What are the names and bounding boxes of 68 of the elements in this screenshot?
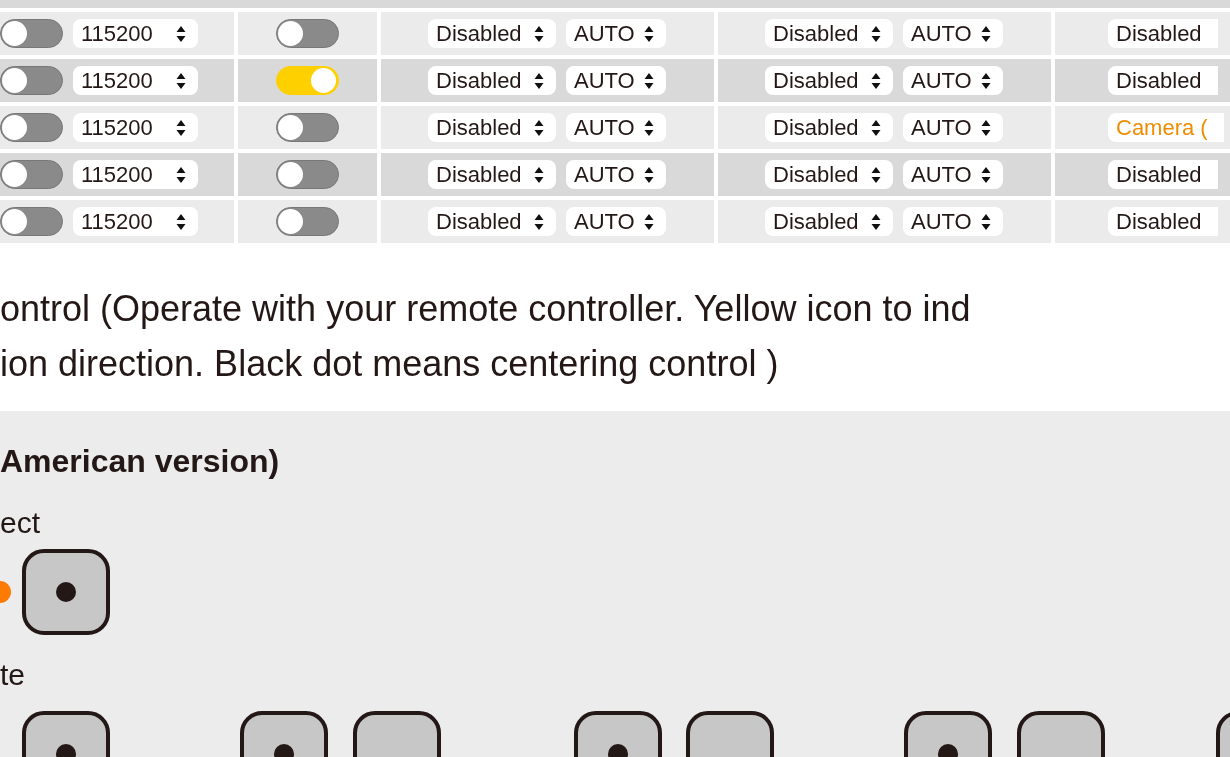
instruction-text: ion direction. Black dot means centering control ) [0,342,780,386]
control-label: ect [0,505,41,541]
speed-select[interactable]: AUTO [903,19,1003,48]
peripheral-select[interactable]: Disabled [1108,207,1218,236]
up-down-arrows-icon [176,71,186,90]
speed-select[interactable]: AUTO [903,66,1003,95]
mode-select[interactable]: Disabled [765,19,893,48]
control-label: te [0,657,26,693]
peripheral-select[interactable]: Disabled [1108,160,1218,189]
baud-rate-select[interactable]: 115200 [73,160,198,189]
toggle-switch[interactable] [276,160,339,189]
mode-select[interactable]: Disabled [428,160,556,189]
speed-select[interactable]: AUTO [566,19,666,48]
toggle-switch[interactable] [276,19,339,48]
mode-select[interactable]: Disabled [765,160,893,189]
up-down-arrows-icon [644,118,654,137]
up-down-arrows-icon [981,165,991,184]
mode-select[interactable]: Disabled [765,113,893,142]
speed-select[interactable]: AUTO [566,160,666,189]
speed-select[interactable]: AUTO [903,160,1003,189]
up-down-arrows-icon [871,212,881,231]
peripheral-select[interactable]: Disabled [1108,19,1218,48]
up-down-arrows-icon [534,24,544,43]
up-down-arrows-icon [534,71,544,90]
baud-rate-select[interactable]: 115200 [73,66,198,95]
up-down-arrows-icon [176,165,186,184]
up-down-arrows-icon [981,71,991,90]
up-down-arrows-icon [871,165,881,184]
up-down-arrows-icon [176,118,186,137]
up-down-arrows-icon [644,71,654,90]
toggle-switch[interactable] [276,207,339,236]
peripheral-select[interactable]: Disabled [1108,66,1218,95]
up-down-arrows-icon [644,212,654,231]
section-heading: American version) [0,442,281,481]
baud-rate-select[interactable]: 115200 [73,207,198,236]
up-down-arrows-icon [644,165,654,184]
mode-select[interactable]: Disabled [428,66,556,95]
mode-select[interactable]: Disabled [428,207,556,236]
mode-select[interactable]: Disabled [428,113,556,142]
up-down-arrows-icon [981,118,991,137]
toggle-switch[interactable] [0,160,63,189]
baud-rate-select[interactable]: 115200 [73,113,198,142]
speed-select[interactable]: AUTO [566,66,666,95]
up-down-arrows-icon [871,71,881,90]
up-down-arrows-icon [534,212,544,231]
up-down-arrows-icon [644,24,654,43]
mode-select[interactable]: Disabled [765,207,893,236]
up-down-arrows-icon [534,165,544,184]
instruction-text: ontrol (Operate with your remote controller. Yellow icon to ind [0,287,972,331]
up-down-arrows-icon [981,24,991,43]
up-down-arrows-icon [871,24,881,43]
up-down-arrows-icon [176,24,186,43]
speed-select[interactable]: AUTO [903,113,1003,142]
up-down-arrows-icon [176,212,186,231]
up-down-arrows-icon [981,212,991,231]
baud-rate-select[interactable]: 115200 [73,19,198,48]
speed-select[interactable]: AUTO [566,207,666,236]
toggle-switch[interactable] [276,113,339,142]
toggle-switch[interactable] [0,113,63,142]
mode-select[interactable]: Disabled [428,19,556,48]
mode-select[interactable]: Disabled [765,66,893,95]
up-down-arrows-icon [534,118,544,137]
toggle-switch[interactable] [0,66,63,95]
up-down-arrows-icon [871,118,881,137]
speed-select[interactable]: AUTO [566,113,666,142]
speed-select[interactable]: AUTO [903,207,1003,236]
toggle-switch[interactable] [0,19,63,48]
toggle-switch[interactable] [0,207,63,236]
